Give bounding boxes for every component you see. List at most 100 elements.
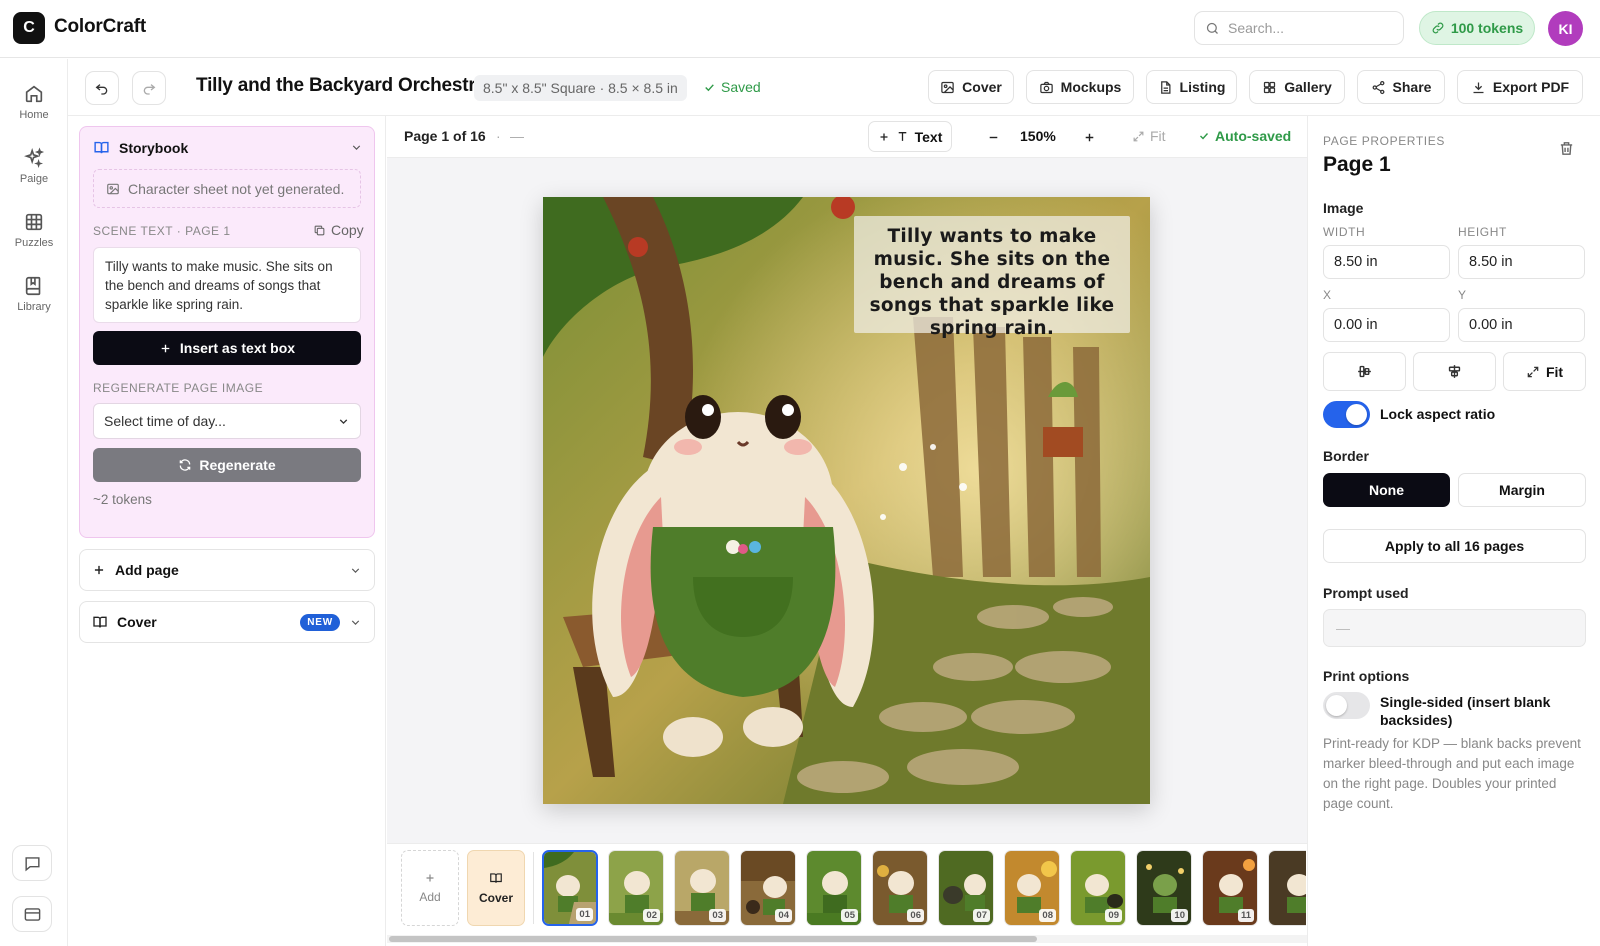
thumb-number: 11 xyxy=(1237,909,1254,922)
select-placeholder: Select time of day... xyxy=(104,413,226,429)
lock-aspect-toggle[interactable] xyxy=(1323,401,1370,428)
app-name: ColorCraft xyxy=(54,16,146,37)
export-pdf-button[interactable]: Export PDF xyxy=(1457,70,1583,104)
document-title[interactable]: Tilly and the Backyard Orchestra xyxy=(196,75,486,97)
expand-icon xyxy=(1132,130,1145,143)
lock-aspect-label: Lock aspect ratio xyxy=(1380,406,1496,422)
align-horizontal-center-button[interactable] xyxy=(1413,352,1496,391)
align-horizontal-icon xyxy=(1446,363,1463,380)
download-icon xyxy=(1471,80,1486,95)
nav-item-home[interactable]: Home xyxy=(0,83,68,121)
delete-page-button[interactable] xyxy=(1558,140,1575,157)
filmstrip-scrollbar[interactable] xyxy=(387,935,1307,943)
page-thumb[interactable]: 08 xyxy=(1004,850,1060,926)
page-thumb[interactable]: 10 xyxy=(1136,850,1192,926)
add-text-button[interactable]: Text xyxy=(868,121,952,152)
page-thumb[interactable]: 09 xyxy=(1070,850,1126,926)
cover-accordion-label: Cover xyxy=(117,614,157,630)
fit-button[interactable]: Fit xyxy=(1132,128,1166,144)
nav-item-paige[interactable]: Paige xyxy=(0,147,68,185)
y-input[interactable]: 0.00 in xyxy=(1458,308,1585,342)
align-vertical-center-button[interactable] xyxy=(1323,352,1406,391)
cover-thumb[interactable]: Cover xyxy=(467,850,525,926)
document-icon xyxy=(1158,80,1173,95)
gallery-button[interactable]: Gallery xyxy=(1249,70,1345,104)
scene-text[interactable]: Tilly wants to make music. She sits on t… xyxy=(93,247,361,323)
time-of-day-select[interactable]: Select time of day... xyxy=(93,403,361,439)
listing-button[interactable]: Listing xyxy=(1146,70,1237,104)
grid-icon xyxy=(1262,80,1277,95)
nav-item-puzzles[interactable]: Puzzles xyxy=(0,211,68,249)
print-options-heading: Print options xyxy=(1323,668,1410,684)
height-input[interactable]: 8.50 in xyxy=(1458,245,1585,279)
page-thumb[interactable]: 06 xyxy=(872,850,928,926)
page-indicator: Page 1 of 16 xyxy=(404,128,486,144)
fit-image-button[interactable]: Fit xyxy=(1503,352,1586,391)
search-input[interactable]: Search... xyxy=(1194,11,1404,45)
expand-icon xyxy=(1526,365,1540,379)
undo-button[interactable] xyxy=(85,71,119,105)
image-icon xyxy=(106,182,120,196)
nav-item-library[interactable]: Library xyxy=(0,275,68,313)
cover-label: Cover xyxy=(962,79,1002,95)
page-thumb[interactable]: 07 xyxy=(938,850,994,926)
avatar[interactable]: KI xyxy=(1548,11,1583,46)
tokens-badge[interactable]: 100 tokens xyxy=(1419,11,1535,45)
share-icon xyxy=(1371,80,1386,95)
scene-text-label: SCENE TEXT · PAGE 1 xyxy=(93,224,231,238)
page-thumb[interactable]: 01 xyxy=(542,850,598,926)
border-none-button[interactable]: None xyxy=(1323,473,1450,507)
book-open-icon xyxy=(489,871,503,885)
cover-accordion[interactable]: Cover NEW xyxy=(79,601,375,643)
chat-button[interactable] xyxy=(12,845,52,881)
chevron-down-icon xyxy=(350,141,363,154)
page-thumb[interactable]: 02 xyxy=(608,850,664,926)
border-heading: Border xyxy=(1323,448,1369,464)
image-icon xyxy=(940,80,955,95)
single-sided-toggle[interactable] xyxy=(1323,692,1370,719)
scrollbar-thumb[interactable] xyxy=(389,936,1037,942)
billing-button[interactable] xyxy=(12,896,52,932)
check-icon xyxy=(1198,130,1210,142)
page-thumb-partial[interactable] xyxy=(1268,850,1306,926)
fit-label: Fit xyxy=(1150,128,1166,144)
fit-image-label: Fit xyxy=(1545,363,1564,380)
width-input[interactable]: 8.50 in xyxy=(1323,245,1450,279)
minus-icon xyxy=(987,131,1000,144)
text-icon xyxy=(896,130,909,143)
copy-button[interactable]: Copy xyxy=(313,222,364,238)
book-open-icon xyxy=(92,614,108,630)
chevron-down-icon xyxy=(337,415,350,428)
page-thumb[interactable]: 05 xyxy=(806,850,862,926)
app-logo[interactable]: C xyxy=(13,12,45,44)
logo-letter: C xyxy=(23,19,35,36)
page-thumb[interactable]: 03 xyxy=(674,850,730,926)
mockups-label: Mockups xyxy=(1060,79,1122,95)
zoom-in-button[interactable] xyxy=(1077,125,1101,149)
page-thumb[interactable]: 04 xyxy=(740,850,796,926)
print-note: Print-ready for KDP — blank backs preven… xyxy=(1323,736,1581,811)
border-margin-button[interactable]: Margin xyxy=(1458,473,1586,507)
storybook-header[interactable]: Storybook xyxy=(93,139,363,156)
character-sheet-notice: Character sheet not yet generated. xyxy=(93,169,361,208)
zoom-out-button[interactable] xyxy=(981,125,1005,149)
cover-button[interactable]: Cover xyxy=(928,70,1014,104)
apply-all-pages-button[interactable]: Apply to all 16 pages xyxy=(1323,529,1586,563)
add-label: Add xyxy=(419,890,441,904)
x-input[interactable]: 0.00 in xyxy=(1323,308,1450,342)
redo-button[interactable] xyxy=(132,71,166,105)
add-page-label: Add page xyxy=(115,562,179,578)
regenerate-button[interactable]: Regenerate xyxy=(93,448,361,482)
insert-text-box-button[interactable]: Insert as text box xyxy=(93,331,361,365)
autosaved-label: Auto-saved xyxy=(1215,128,1292,144)
add-page-accordion[interactable]: Add page xyxy=(79,549,375,591)
add-page-thumb[interactable]: Add xyxy=(401,850,459,926)
page-text-box[interactable]: Tilly wants to make music. She sits on t… xyxy=(854,216,1130,339)
share-button[interactable]: Share xyxy=(1357,70,1445,104)
token-cost: ~2 tokens xyxy=(93,492,152,507)
export-pdf-label: Export PDF xyxy=(1492,79,1570,95)
mockups-button[interactable]: Mockups xyxy=(1026,70,1134,104)
page-thumb[interactable]: 11 xyxy=(1202,850,1258,926)
sparkles-icon xyxy=(23,147,45,169)
left-nav: Home Paige Puzzles Library xyxy=(0,59,68,946)
